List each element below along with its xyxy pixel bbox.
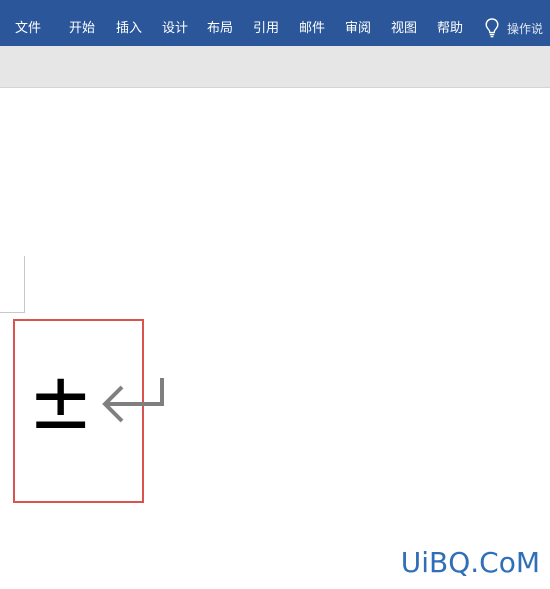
tell-me-search[interactable]: 操作说 [485, 16, 543, 40]
tab-home[interactable]: 开始 [69, 0, 95, 46]
tell-me-label: 操作说 [507, 21, 544, 36]
lightbulb-icon [485, 18, 499, 38]
tab-references[interactable]: 引用 [253, 0, 279, 46]
document-page[interactable]: ± UiBQ.CoM [0, 88, 550, 589]
watermark-logo: UiBQ.CoM [400, 546, 540, 579]
tab-view[interactable]: 视图 [391, 0, 417, 46]
tab-mailings[interactable]: 邮件 [299, 0, 325, 46]
return-arrow-icon [102, 378, 164, 423]
page-margin-corner-mark [0, 256, 25, 313]
plus-minus-symbol[interactable]: ± [28, 363, 93, 441]
tab-file[interactable]: 文件 [15, 0, 41, 46]
tab-design[interactable]: 设计 [162, 0, 188, 46]
tab-insert[interactable]: 插入 [116, 0, 142, 46]
collapsed-ribbon [0, 46, 550, 88]
tab-layout[interactable]: 布局 [207, 0, 233, 46]
ribbon-tab-bar: 文件 开始 插入 设计 布局 引用 邮件 审阅 视图 帮助 操作说 [0, 0, 550, 46]
tab-help[interactable]: 帮助 [437, 0, 463, 46]
tab-review[interactable]: 审阅 [345, 0, 371, 46]
